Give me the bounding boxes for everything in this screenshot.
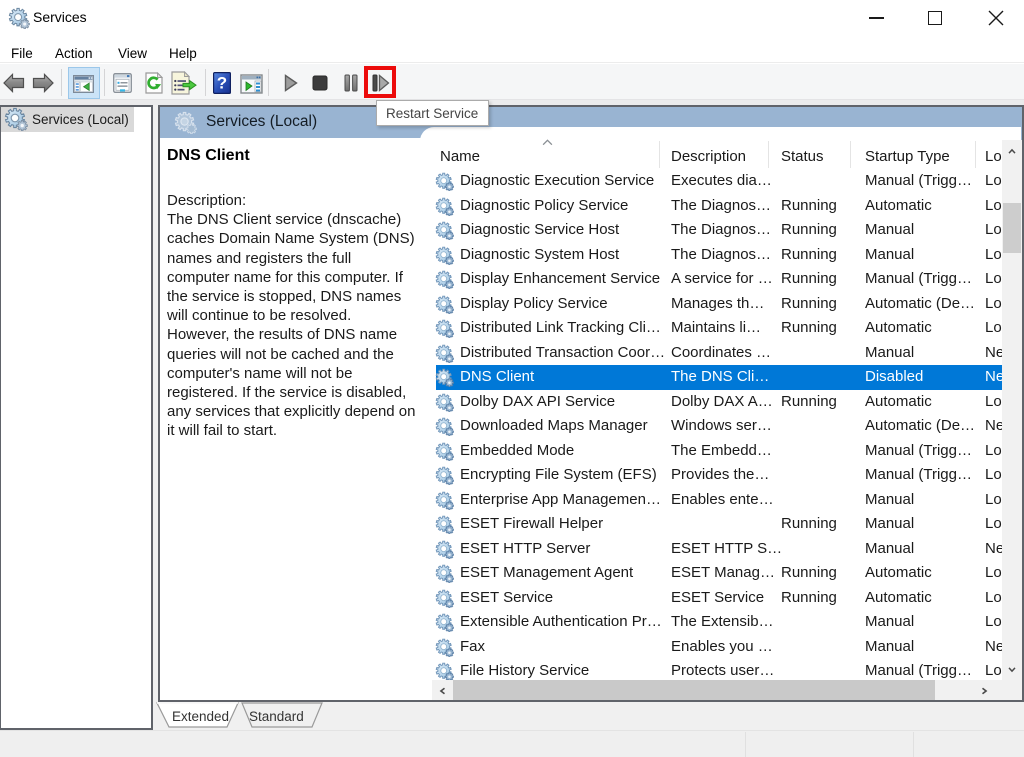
svg-text:?: ? (217, 74, 227, 93)
